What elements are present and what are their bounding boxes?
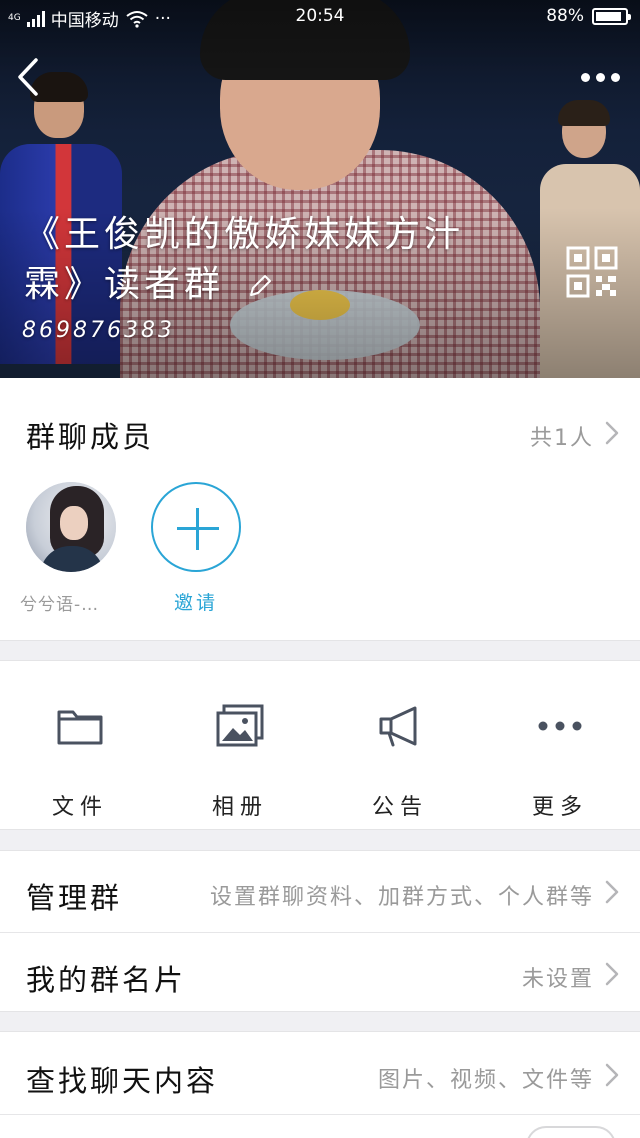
- back-icon[interactable]: [10, 54, 50, 100]
- members-section: 群聊成员 共1人 兮兮语-… 邀请: [0, 378, 640, 641]
- group-cover: 4G 中国移动 ··· 20:54 88% 《王俊凯的傲娇妹妹方汁霖》读者群 8…: [0, 0, 640, 378]
- action-label: 相册: [211, 795, 268, 820]
- album-icon: [216, 704, 264, 747]
- clock: 20:54: [295, 6, 345, 26]
- action-more[interactable]: 更多: [480, 701, 640, 821]
- invite-label: 邀请: [173, 592, 218, 614]
- settings-list: 管理群 设置群聊资料、加群方式、个人群等 我的群名片 未设置: [0, 850, 640, 1012]
- group-name[interactable]: 《王俊凯的傲娇妹妹方汁霖》读者群: [24, 210, 494, 310]
- battery-icon: [592, 7, 631, 25]
- action-label: 公告: [371, 795, 428, 820]
- chevron-right-icon[interactable]: [604, 420, 620, 446]
- plus-icon[interactable]: [151, 482, 241, 572]
- avatar[interactable]: [26, 482, 116, 572]
- action-album[interactable]: 相册: [160, 701, 320, 821]
- member-item[interactable]: 兮兮语-…: [20, 482, 116, 615]
- dot-icon: [610, 72, 620, 82]
- toggle-switch[interactable]: [526, 1126, 616, 1138]
- my-group-card-row[interactable]: 我的群名片 未设置: [0, 932, 640, 1013]
- manage-group-row[interactable]: 管理群 设置群聊资料、加群方式、个人群等: [0, 851, 640, 932]
- search-chat-hint: 图片、视频、文件等: [377, 1068, 594, 1093]
- action-files[interactable]: 文件: [0, 701, 160, 821]
- member-name: 兮兮语-…: [20, 595, 100, 615]
- member-count[interactable]: 共1人: [530, 420, 594, 452]
- chevron-right-icon[interactable]: [604, 1062, 620, 1088]
- megaphone-icon: [379, 706, 417, 747]
- manage-group-title: 管理群: [26, 881, 123, 915]
- qr-code-icon[interactable]: [566, 246, 618, 298]
- more-dots-icon: [538, 721, 582, 731]
- dot-icon: [580, 72, 590, 82]
- action-label: 文件: [51, 795, 108, 820]
- battery-percent: 88%: [546, 6, 584, 26]
- dot-icon: [595, 72, 605, 82]
- more-options-button[interactable]: [574, 62, 626, 92]
- status-bar: 4G 中国移动 ··· 20:54 88%: [0, 0, 640, 34]
- my-group-card-value: 未设置: [521, 967, 594, 992]
- action-label: 更多: [531, 795, 588, 820]
- chevron-right-icon: [605, 962, 619, 986]
- search-chat-title[interactable]: 查找聊天内容: [26, 1058, 218, 1100]
- divider: [0, 1114, 640, 1115]
- edit-pencil-icon[interactable]: [247, 273, 273, 299]
- action-announcement[interactable]: 公告: [320, 701, 480, 821]
- quick-actions: 文件 相册 公告 更多: [0, 660, 640, 830]
- invite-button[interactable]: 邀请: [151, 482, 241, 615]
- search-chat-section: 查找聊天内容 图片、视频、文件等: [0, 1031, 640, 1138]
- chevron-right-icon: [605, 880, 619, 904]
- group-number: 869876383: [22, 318, 175, 343]
- group-name-text: 《王俊凯的傲娇妹妹方汁霖》读者群: [24, 214, 465, 305]
- my-group-card-title: 我的群名片: [26, 963, 187, 997]
- manage-group-hint: 设置群聊资料、加群方式、个人群等: [209, 885, 594, 910]
- members-title: 群聊成员: [26, 420, 155, 454]
- folder-icon: [57, 710, 103, 745]
